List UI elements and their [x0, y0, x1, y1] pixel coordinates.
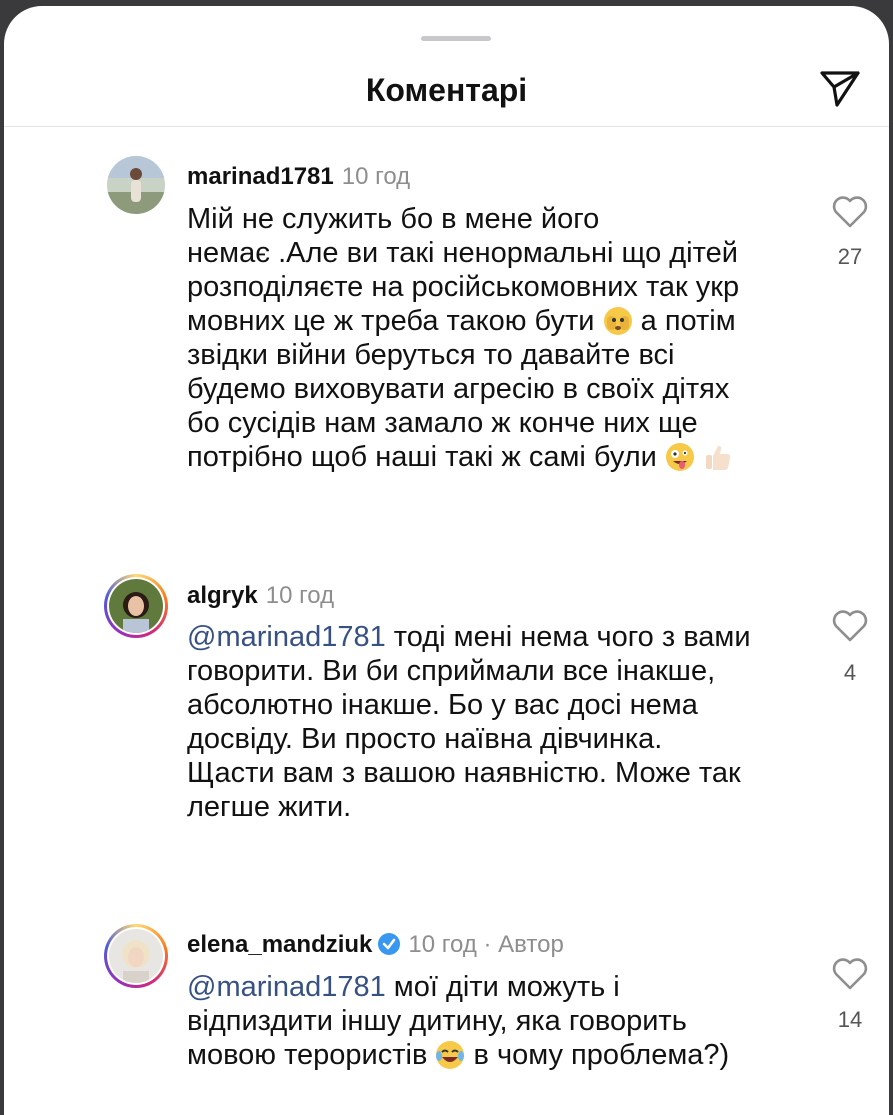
comment-line: досвіду. Ви просто наївна дівчинка. — [187, 723, 663, 755]
like-button[interactable] — [830, 606, 870, 646]
username[interactable]: marinad1781 — [187, 163, 334, 190]
comment-line: говорити. Ви би сприймали все інакше, — [187, 655, 716, 687]
like-count: 14 — [837, 1007, 863, 1032]
face-with-peeking-eye-emoji-icon — [603, 306, 633, 336]
like-count: 4 — [843, 660, 857, 685]
comment-fragment: мовою терористів — [187, 1039, 428, 1071]
comment-line: мовних це ж треба такою бути а потім — [187, 304, 787, 338]
comment-line: бо сусідів нам замало ж конче них ще — [187, 407, 698, 439]
tears-of-joy-emoji-icon — [435, 1040, 465, 1070]
comment-meta: marinad1781 10 год — [187, 163, 410, 191]
comment-fragment: а потім — [640, 305, 736, 337]
comment-line: потрібно щоб наші такі ж самі були — [187, 440, 787, 474]
comment-text: @marinad1781 мої діти можуть і відпиздит… — [187, 970, 787, 1072]
comment-line: абсолютно інакше. Бо у вас досі нема — [187, 689, 698, 721]
zany-face-emoji-icon — [665, 442, 695, 472]
header: Коментарі — [4, 54, 889, 127]
comment-text: Мій не служить бо в мене його немає .Але… — [187, 202, 787, 474]
mention-link[interactable]: @marinad1781 — [187, 621, 386, 653]
comment-line: Щасти вам з вашою наявністю. Може так — [187, 757, 741, 789]
comment-fragment: потрібно щоб наші такі ж самі були — [187, 441, 657, 473]
timestamp: 10 год · — [408, 931, 499, 958]
send-icon — [820, 71, 860, 107]
avatar[interactable] — [107, 156, 165, 214]
like-count: 27 — [837, 244, 863, 269]
comment-fragment: мої діти можуть і — [385, 971, 620, 1003]
comment-meta: elena_mandziuk 10 год · Автор — [187, 931, 564, 959]
sheet-grabber[interactable] — [421, 36, 491, 41]
comment-line: @marinad1781 тоді мені нема чого з вами — [187, 620, 787, 654]
comment-line: відпиздити іншу дитину, яка говорить — [187, 1005, 687, 1037]
page-title: Коментарі — [365, 72, 528, 108]
like-button[interactable] — [830, 954, 870, 994]
thumbs-up-emoji-icon — [703, 442, 733, 472]
story-ring[interactable] — [104, 924, 168, 988]
comment-line: мовою терористів в чому проблема?) — [187, 1038, 787, 1072]
comment-fragment: мовних це ж треба такою бути — [187, 305, 595, 337]
comment-line: легше жити. — [187, 791, 352, 823]
comment-line: звідки війни беруться то давайте всі — [187, 339, 675, 371]
comment-fragment: в чому проблема?) — [465, 1039, 730, 1071]
username[interactable]: elena_mandziuk — [187, 931, 372, 958]
comment-line: немає .Але ви такі ненормальні що дітей — [187, 237, 738, 269]
heart-icon — [832, 610, 868, 642]
comment-fragment: тоді мені нема чого з вами — [385, 621, 751, 653]
heart-icon — [832, 958, 868, 990]
share-button[interactable] — [816, 64, 864, 112]
avatar — [109, 579, 163, 633]
comment-line: Мій не служить бо в мене його — [187, 203, 600, 235]
timestamp: 10 год — [265, 582, 335, 609]
timestamp: 10 год — [341, 163, 411, 190]
comment-meta: algryk 10 год — [187, 582, 334, 610]
like-button[interactable] — [830, 192, 870, 232]
heart-icon — [832, 196, 868, 228]
comment-text: @marinad1781 тоді мені нема чого з вами … — [187, 620, 787, 824]
comments-sheet: Коментарі marinad1781 10 год Мій не служи… — [4, 6, 889, 1115]
avatar — [109, 929, 163, 983]
mention-link[interactable]: @marinad1781 — [187, 971, 386, 1003]
comment-line: розподіляєте на російськомовних так укр — [187, 271, 740, 303]
comment-line: будемо виховувати агресію в своїх дітях — [187, 373, 730, 405]
story-ring[interactable] — [104, 574, 168, 638]
author-label: Автор — [498, 931, 564, 958]
comment-line: @marinad1781 мої діти можуть і — [187, 970, 787, 1004]
verified-badge-icon — [378, 933, 401, 955]
username[interactable]: algryk — [187, 582, 258, 609]
